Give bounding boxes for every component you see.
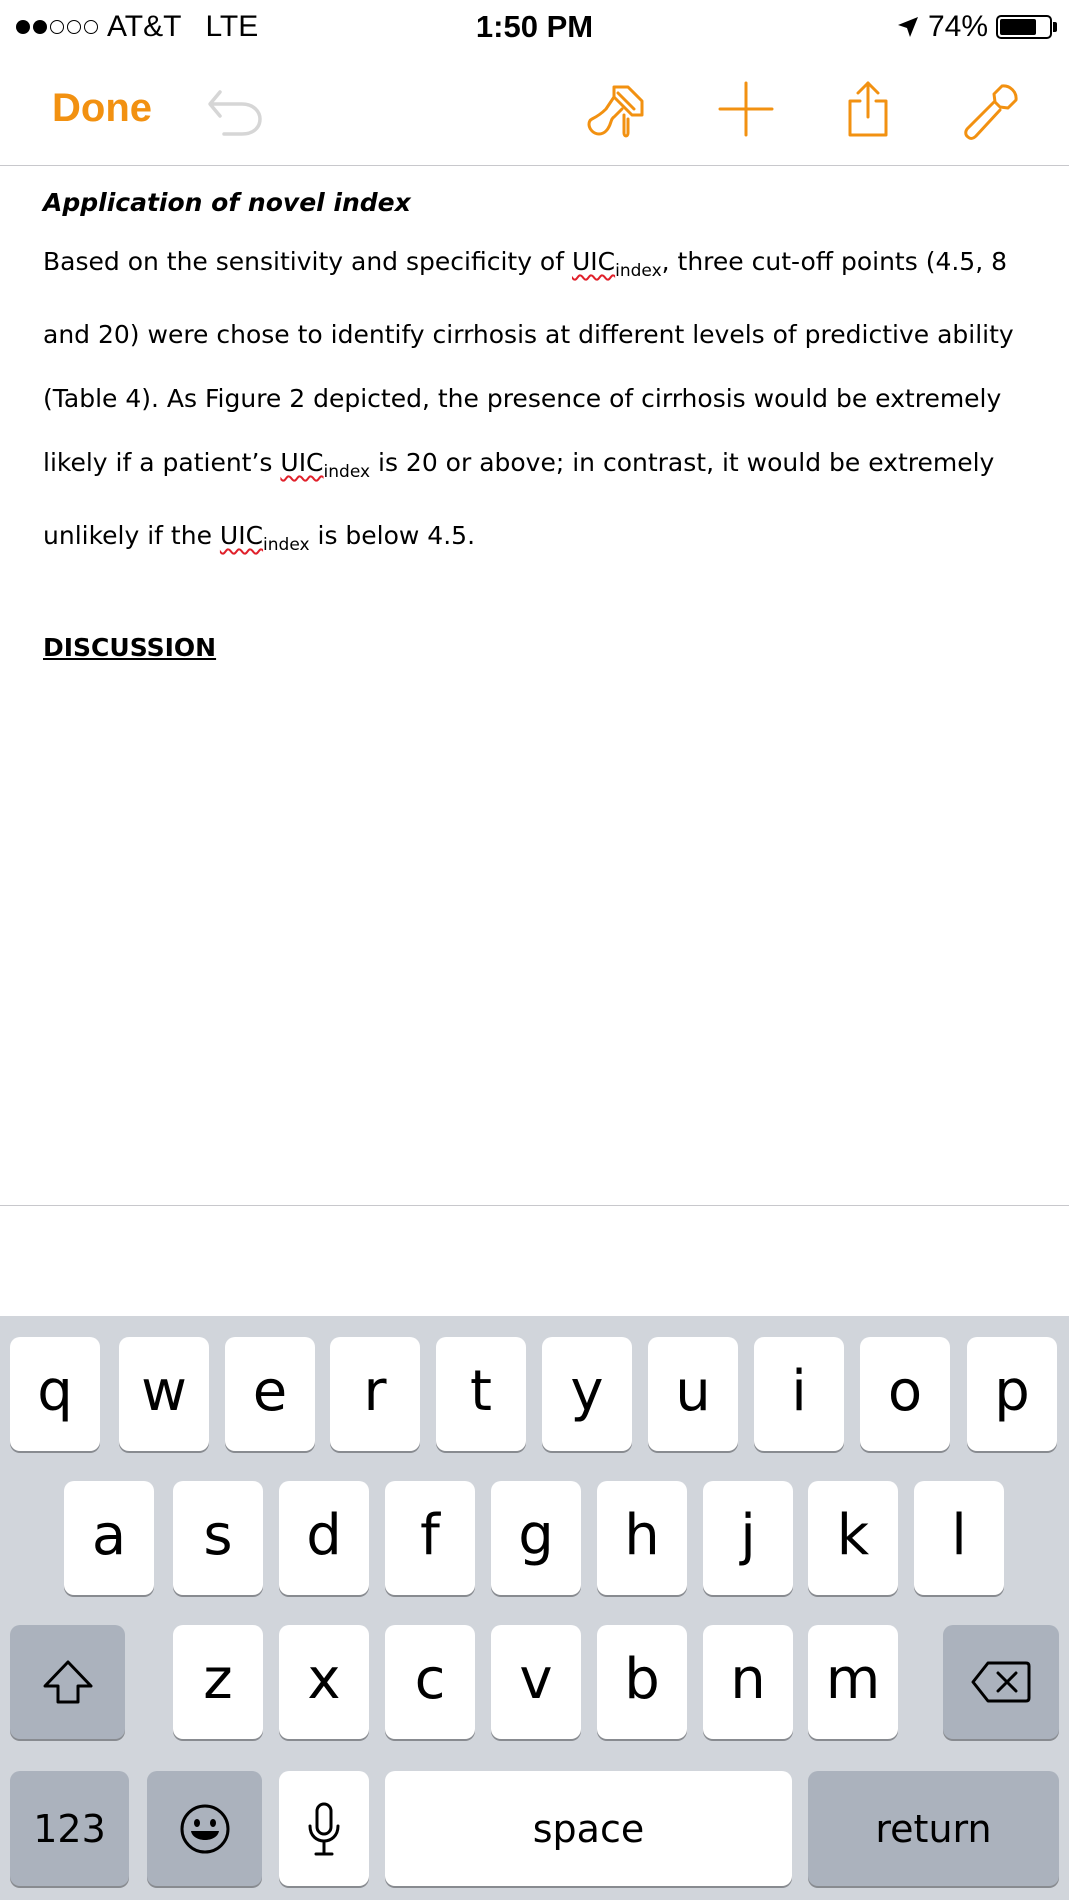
- divider: [0, 1205, 1069, 1206]
- paragraph-text: , three cut-off points (4.5, 8 and 20) w…: [43, 247, 1014, 477]
- editor-toolbar: Done: [0, 54, 1069, 166]
- key-i[interactable]: i: [754, 1337, 844, 1451]
- key-g[interactable]: g: [491, 1481, 581, 1595]
- return-key[interactable]: return: [808, 1771, 1059, 1886]
- numbers-key[interactable]: 123: [10, 1771, 129, 1886]
- body-paragraph[interactable]: Based on the sensitivity and specificity…: [43, 230, 1043, 577]
- key-s[interactable]: s: [173, 1481, 263, 1595]
- plus-icon[interactable]: [718, 81, 774, 137]
- uic-index-term: UICindex: [571, 247, 662, 281]
- key-y[interactable]: y: [542, 1337, 632, 1451]
- key-o[interactable]: o: [860, 1337, 950, 1451]
- key-h[interactable]: h: [597, 1481, 687, 1595]
- battery-fill: [1000, 19, 1036, 35]
- microphone-icon: [308, 1802, 340, 1855]
- key-n[interactable]: n: [703, 1625, 793, 1739]
- key-e[interactable]: e: [225, 1337, 315, 1451]
- key-t[interactable]: t: [436, 1337, 526, 1451]
- key-m[interactable]: m: [808, 1625, 898, 1739]
- shift-arrow-icon: [43, 1660, 92, 1704]
- location-arrow-icon: [897, 17, 918, 37]
- key-j[interactable]: j: [703, 1481, 793, 1595]
- share-icon[interactable]: [846, 79, 890, 139]
- status-bar: AT&T LTE 1:50 PM 74%: [0, 0, 1069, 54]
- dictation-key[interactable]: [279, 1771, 369, 1886]
- space-key[interactable]: space: [385, 1771, 792, 1886]
- uic-index-term: UICindex: [280, 448, 371, 482]
- key-w[interactable]: w: [119, 1337, 209, 1451]
- key-b[interactable]: b: [597, 1625, 687, 1739]
- section-subheading: Application of novel index: [43, 188, 411, 217]
- wrench-icon[interactable]: [962, 82, 1020, 140]
- key-r[interactable]: r: [330, 1337, 420, 1451]
- paintbrush-icon[interactable]: [584, 79, 648, 143]
- done-button[interactable]: Done: [52, 86, 152, 131]
- key-a[interactable]: a: [64, 1481, 154, 1595]
- key-k[interactable]: k: [808, 1481, 898, 1595]
- key-z[interactable]: z: [173, 1625, 263, 1739]
- paragraph-text: Based on the sensitivity and specificity…: [43, 247, 572, 276]
- key-p[interactable]: p: [967, 1337, 1057, 1451]
- battery-percent: 74%: [927, 10, 988, 43]
- shift-key[interactable]: [10, 1625, 125, 1739]
- delete-key[interactable]: [943, 1625, 1059, 1739]
- key-u[interactable]: u: [648, 1337, 738, 1451]
- key-l[interactable]: l: [914, 1481, 1004, 1595]
- section-heading: DISCUSSION: [43, 633, 217, 662]
- key-c[interactable]: c: [385, 1625, 475, 1739]
- key-x[interactable]: x: [279, 1625, 369, 1739]
- key-f[interactable]: f: [385, 1481, 475, 1595]
- key-q[interactable]: q: [10, 1337, 100, 1451]
- document-canvas[interactable]: Application of novel index Based on the …: [0, 166, 1069, 1206]
- key-d[interactable]: d: [279, 1481, 369, 1595]
- emoji-key[interactable]: [147, 1771, 262, 1886]
- status-right: 74%: [896, 9, 1057, 45]
- delete-backspace-icon: [971, 1661, 1031, 1703]
- paragraph-text: is below 4.5.: [309, 521, 476, 550]
- battery-icon: [996, 15, 1052, 39]
- undo-icon[interactable]: [206, 84, 266, 140]
- battery-tip: [1053, 22, 1057, 32]
- uic-index-term: UICindex: [219, 521, 310, 555]
- key-v[interactable]: v: [491, 1625, 581, 1739]
- keyboard: q w e r t y u i o p a s d f g h j k l z …: [0, 1316, 1069, 1900]
- emoji-smiley-icon: [180, 1804, 229, 1853]
